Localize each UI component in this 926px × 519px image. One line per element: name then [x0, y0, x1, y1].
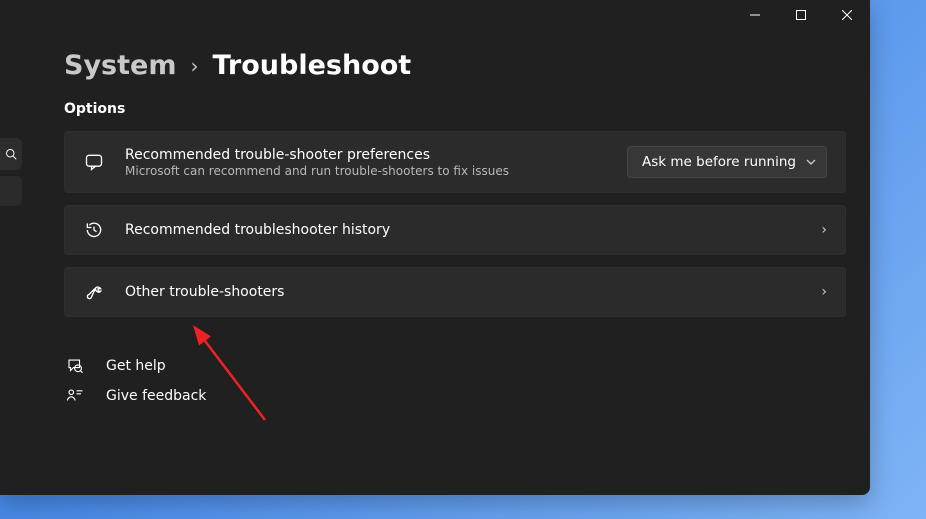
option-title: Other trouble-shooters [125, 284, 801, 300]
option-title: Recommended troubleshooter history [125, 222, 801, 238]
dropdown-value: Ask me before running [642, 154, 796, 170]
option-other-troubleshooters[interactable]: Other trouble-shooters › [64, 267, 846, 317]
link-label: Give feedback [106, 388, 206, 404]
option-title: Recommended trouble-shooter preferences [125, 147, 607, 163]
settings-window: System › Troubleshoot Options Recommende… [0, 0, 870, 495]
chevron-right-icon: › [821, 284, 827, 300]
link-label: Get help [106, 358, 166, 374]
help-icon [64, 357, 86, 375]
give-feedback-link[interactable]: Give feedback [64, 381, 846, 411]
breadcrumb: System › Troubleshoot [64, 50, 846, 81]
wrench-icon [83, 282, 105, 302]
option-preferences: Recommended trouble-shooter preferences … [64, 131, 846, 193]
chevron-down-icon [806, 157, 816, 167]
preferences-dropdown[interactable]: Ask me before running [627, 146, 827, 178]
sidebar-item-stub[interactable] [0, 176, 22, 206]
chat-icon [83, 152, 105, 172]
history-icon [83, 220, 105, 240]
get-help-link[interactable]: Get help [64, 351, 846, 381]
breadcrumb-parent[interactable]: System [64, 50, 176, 81]
sidebar-search-stub[interactable] [0, 138, 22, 170]
content-area: System › Troubleshoot Options Recommende… [0, 30, 870, 411]
option-subtitle: Microsoft can recommend and run trouble-… [125, 164, 607, 178]
titlebar [0, 0, 870, 30]
minimize-button[interactable] [732, 0, 778, 30]
feedback-icon [64, 387, 86, 405]
search-icon [5, 148, 17, 160]
chevron-right-icon: › [821, 222, 827, 238]
breadcrumb-current: Troubleshoot [212, 50, 411, 81]
footer-links: Get help Give feedback [64, 351, 846, 411]
maximize-button[interactable] [778, 0, 824, 30]
close-button[interactable] [824, 0, 870, 30]
option-history[interactable]: Recommended troubleshooter history › [64, 205, 846, 255]
chevron-right-icon: › [190, 54, 198, 78]
section-label: Options [64, 101, 846, 117]
